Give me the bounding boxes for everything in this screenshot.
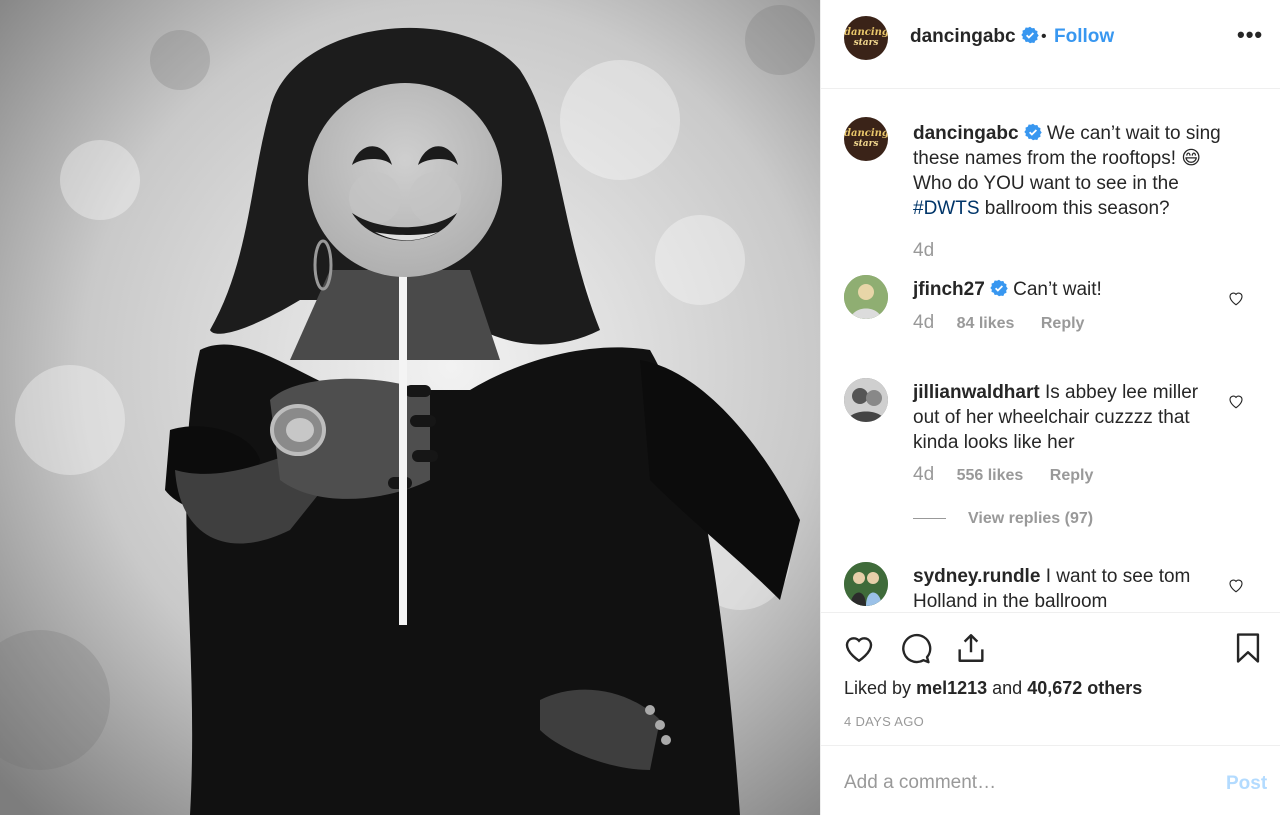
instagram-post-page: dancing stars dancingabc • Follow ••• da… (0, 0, 1280, 815)
verified-badge-icon (990, 279, 1008, 297)
like-heart-icon[interactable] (842, 631, 876, 665)
like-comment-heart-icon[interactable] (1227, 392, 1245, 410)
caption-body-end: ballroom this season? (984, 198, 1170, 219)
comment-avatar[interactable] (844, 562, 888, 606)
header-separator: • (1041, 28, 1047, 45)
post-header: dancing stars dancingabc • Follow ••• (821, 0, 1280, 89)
caption-text: dancingabc We can’t wait to sing these n… (913, 121, 1229, 221)
comment-age[interactable]: 4d (913, 464, 934, 485)
comment-meta: 4d 84 likes Reply (913, 312, 1084, 334)
comment-text: jfinch27 Can’t wait! (913, 277, 1229, 302)
verified-badge-icon (1020, 26, 1039, 44)
like-comment-heart-icon[interactable] (1227, 576, 1245, 594)
caption-meta: 4d (913, 240, 952, 262)
post-actions: Liked by mel1213 and 40,672 others 4 DAY… (821, 612, 1280, 745)
comment-body: Can’t wait! (1013, 279, 1102, 300)
liked-by-others[interactable]: 40,672 others (1027, 678, 1142, 698)
caption-avatar[interactable]: dancing stars (844, 117, 888, 161)
avatar-logo-line2: stars (853, 38, 879, 48)
view-replies-button[interactable]: View replies (97) (913, 510, 1093, 528)
save-bookmark-icon[interactable] (1231, 631, 1265, 665)
comment-bubble-icon[interactable] (898, 631, 932, 665)
reply-button[interactable]: Reply (1041, 315, 1085, 332)
liked-by-prefix: Liked by (844, 678, 912, 698)
reply-button[interactable]: Reply (1050, 467, 1094, 484)
comment-meta: 4d 556 likes Reply (913, 464, 1093, 486)
account-username-text[interactable]: dancingabc (910, 26, 1016, 47)
comment-text: jillianwaldhart Is abbey lee miller out … (913, 380, 1229, 455)
comment-username[interactable]: jfinch27 (913, 279, 985, 300)
comments-list[interactable]: dancing stars dancingabc We can’t wait t… (821, 90, 1280, 612)
post-comment-button[interactable]: Post (1226, 773, 1267, 795)
comment-avatar-photo (844, 378, 888, 422)
comment-age[interactable]: 4d (913, 312, 934, 333)
comment-avatar-photo (844, 562, 888, 606)
view-replies-label[interactable]: View replies (97) (968, 510, 1093, 527)
account-avatar[interactable]: dancing stars (844, 16, 888, 60)
more-options-icon[interactable]: ••• (1237, 22, 1263, 48)
post-photo-illustration (0, 0, 820, 815)
view-replies-line (913, 518, 946, 520)
post-side-panel: dancing stars dancingabc • Follow ••• da… (820, 0, 1280, 815)
caption-avatar-logo-line2: stars (853, 139, 879, 149)
comment-avatar[interactable] (844, 378, 888, 422)
comment-likes[interactable]: 84 likes (957, 315, 1015, 332)
hashtag-link[interactable]: #DWTS (913, 198, 980, 219)
caption-avatar-logo-line1: dancing (844, 128, 888, 139)
caption-age[interactable]: 4d (913, 240, 934, 261)
liked-by-and: and (992, 678, 1023, 698)
comment-username[interactable]: jillianwaldhart (913, 382, 1040, 403)
share-icon[interactable] (954, 631, 988, 665)
liked-by-user[interactable]: mel1213 (916, 678, 987, 698)
comment-avatar-photo (844, 275, 888, 319)
likes-summary: Liked by mel1213 and 40,672 others (844, 678, 1142, 699)
account-username[interactable]: dancingabc (910, 26, 1039, 48)
comment-likes[interactable]: 556 likes (957, 467, 1024, 484)
post-timestamp[interactable]: 4 DAYS AGO (844, 714, 924, 729)
comment-avatar[interactable] (844, 275, 888, 319)
verified-badge-icon (1023, 123, 1042, 141)
like-comment-heart-icon[interactable] (1227, 289, 1245, 307)
avatar-logo-line1: dancing (844, 27, 888, 38)
add-comment-input[interactable] (844, 768, 1204, 798)
comment-text: sydney.rundle I want to see tom Holland … (913, 564, 1229, 612)
post-photo[interactable] (0, 0, 820, 815)
comment-username[interactable]: sydney.rundle (913, 566, 1040, 587)
caption-username[interactable]: dancingabc (913, 123, 1019, 144)
add-comment-bar: Post (821, 745, 1280, 815)
follow-button[interactable]: Follow (1054, 26, 1114, 48)
